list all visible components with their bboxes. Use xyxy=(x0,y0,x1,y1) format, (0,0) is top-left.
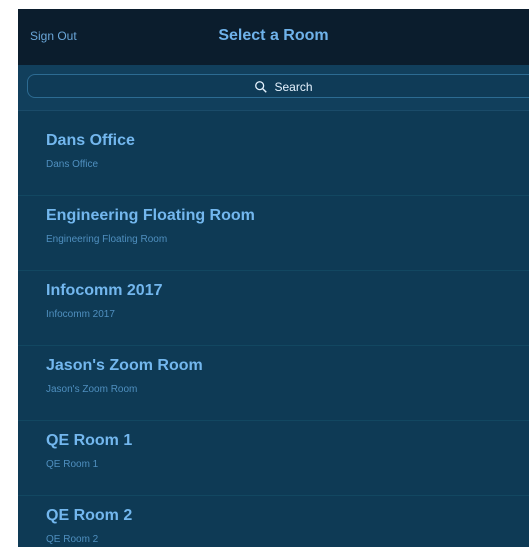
room-list: Dans Office Dans Office Engineering Floa… xyxy=(18,121,529,547)
search-bar: Search xyxy=(18,65,529,111)
search-icon xyxy=(255,81,268,93)
room-subtitle: Infocomm 2017 xyxy=(46,309,115,320)
room-subtitle: Jason's Zoom Room xyxy=(46,384,138,395)
top-bar: Sign Out Select a Room xyxy=(18,9,529,65)
room-title: Jason's Zoom Room xyxy=(46,357,203,374)
room-title: Engineering Floating Room xyxy=(46,207,255,224)
search-placeholder-container: Search xyxy=(28,75,529,99)
room-subtitle: QE Room 1 xyxy=(46,459,99,470)
room-row-engineering-floating-room[interactable]: Engineering Floating Room Engineering Fl… xyxy=(18,196,529,271)
room-row-qe-room-1[interactable]: QE Room 1 QE Room 1 xyxy=(18,421,529,496)
page-title: Select a Room xyxy=(218,27,329,44)
search-input[interactable]: Search xyxy=(27,74,529,98)
room-row-dans-office[interactable]: Dans Office Dans Office xyxy=(18,121,529,196)
room-subtitle: Dans Office xyxy=(46,159,99,170)
room-subtitle: Engineering Floating Room xyxy=(46,234,168,245)
room-selector-screen: Sign Out Select a Room Search Dans Offic… xyxy=(18,9,529,547)
room-row-infocomm-2017[interactable]: Infocomm 2017 Infocomm 2017 xyxy=(18,271,529,346)
room-title: QE Room 2 xyxy=(46,507,133,524)
room-row-jasons-zoom-room[interactable]: Jason's Zoom Room Jason's Zoom Room xyxy=(18,346,529,421)
room-title: QE Room 1 xyxy=(46,432,133,449)
room-row-qe-room-2[interactable]: QE Room 2 QE Room 2 xyxy=(18,496,529,547)
search-placeholder-text: Search xyxy=(274,80,313,94)
room-title: Infocomm 2017 xyxy=(46,282,163,299)
room-title: Dans Office xyxy=(46,132,135,149)
room-subtitle: QE Room 2 xyxy=(46,534,99,545)
